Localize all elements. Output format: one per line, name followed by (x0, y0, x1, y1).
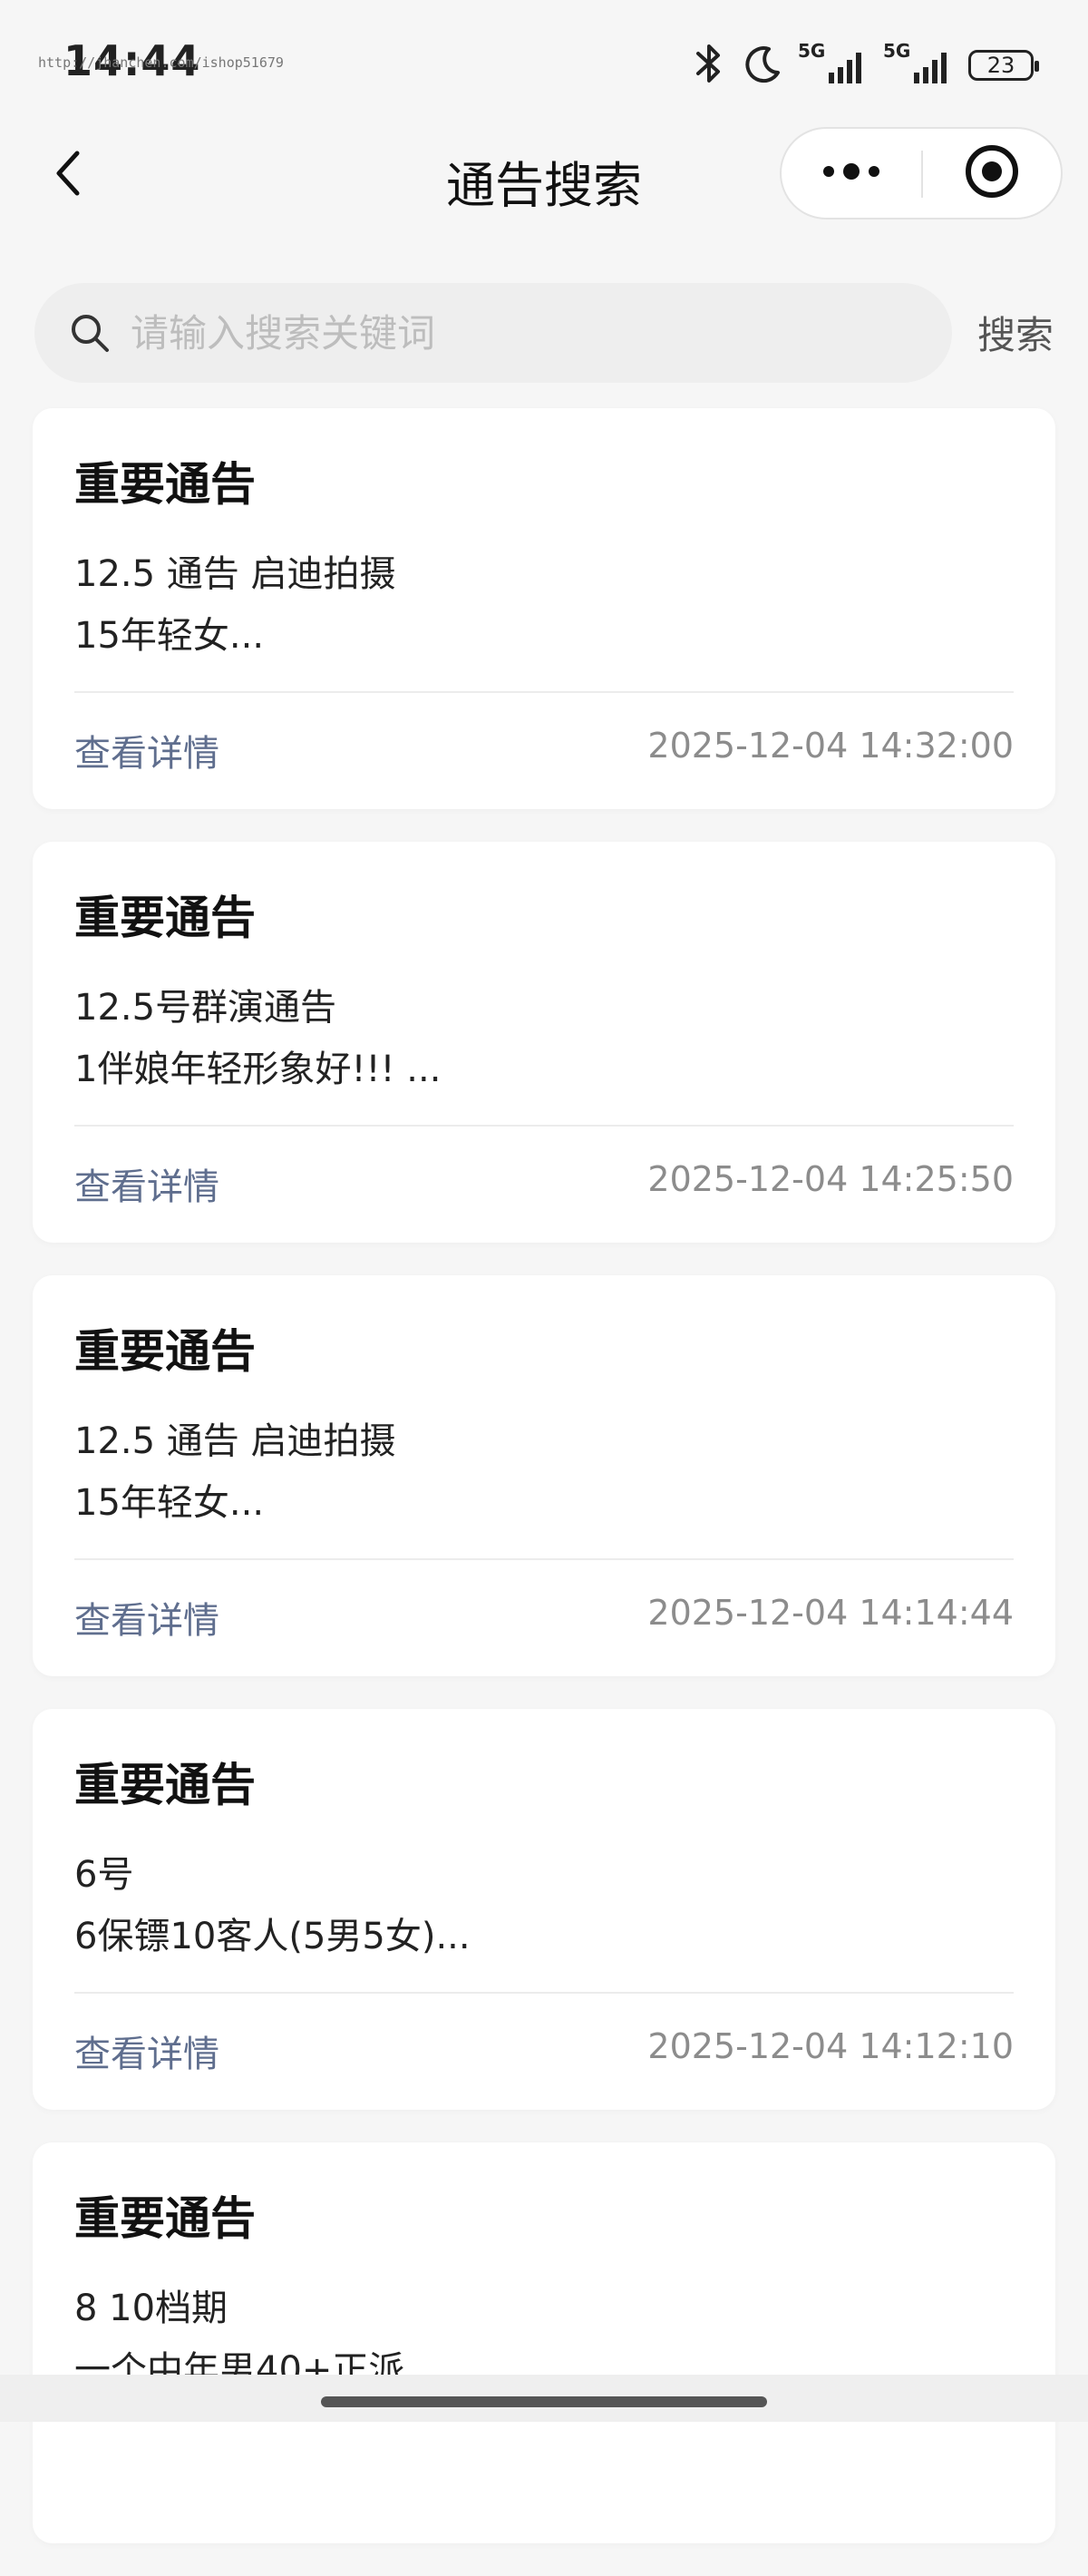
notice-summary-line2: 6保镖10客人(5男5女)... (74, 1916, 471, 1957)
card-divider (74, 691, 1014, 693)
notice-summary-line1: 8 10档期 (74, 2288, 228, 2329)
notice-title: 重要通告 (74, 458, 256, 511)
signal-icon-2: 5G (883, 40, 954, 87)
more-button[interactable] (782, 129, 921, 218)
card-divider (74, 1125, 1014, 1127)
notice-summary-line1: 12.5 通告 启迪拍摄 (74, 1420, 396, 1462)
notice-title: 重要通告 (74, 892, 256, 944)
moon-icon (743, 44, 783, 87)
notice-summary-line1: 12.5号群演通告 (74, 987, 337, 1029)
bluetooth-icon (689, 41, 729, 90)
search-icon (67, 310, 112, 356)
miniprogram-capsule (780, 127, 1063, 220)
notice-timestamp: 2025-12-04 14:12:10 (647, 2026, 1014, 2066)
notice-timestamp: 2025-12-04 14:32:00 (647, 726, 1014, 766)
notice-card[interactable]: 重要通告 8 10档期 一个中年男40+正派 (33, 2142, 1055, 2543)
signal-icon-1: 5G (798, 40, 869, 87)
card-divider (74, 1558, 1014, 1560)
notice-timestamp: 2025-12-04 14:14:44 (647, 1593, 1014, 1633)
search-box[interactable] (34, 283, 952, 383)
notice-title: 重要通告 (74, 2192, 256, 2245)
notice-card[interactable]: 重要通告 12.5 通告 启迪拍摄 15年轻女... 查看详情 2025-12-… (33, 408, 1055, 809)
close-miniprogram-button[interactable] (923, 129, 1061, 218)
more-dots-icon (820, 162, 883, 184)
notice-card[interactable]: 重要通告 12.5 通告 启迪拍摄 15年轻女... 查看详情 2025-12-… (33, 1275, 1055, 1676)
notice-card[interactable]: 重要通告 12.5号群演通告 1伴娘年轻形象好!!! ... 查看详情 2025… (33, 842, 1055, 1243)
notice-summary-line2: 15年轻女... (74, 615, 265, 657)
status-icons: 5G 5G 23 (689, 40, 1039, 91)
battery-level: 23 (986, 53, 1015, 78)
notice-title: 重要通告 (74, 1325, 256, 1378)
search-bar: 搜索 (0, 283, 1088, 383)
home-indicator[interactable] (321, 2396, 767, 2407)
view-detail-link[interactable]: 查看详情 (74, 2025, 219, 2077)
notice-list: 重要通告 12.5 通告 启迪拍摄 15年轻女... 查看详情 2025-12-… (33, 408, 1055, 2576)
target-circle-icon (964, 143, 1020, 203)
notice-summary-line2: 15年轻女... (74, 1482, 265, 1524)
card-divider (74, 1992, 1014, 1994)
notice-summary-line1: 12.5 通告 启迪拍摄 (74, 553, 396, 595)
notice-summary-line1: 6号 (74, 1854, 134, 1896)
nav-bar: 通告搜索 (0, 127, 1088, 227)
status-bar: 14:44 http://jhanchen.com/ishop51679 5G … (0, 0, 1088, 127)
notice-title: 重要通告 (74, 1759, 256, 1811)
search-button[interactable]: 搜索 (961, 305, 1070, 360)
back-button[interactable] (36, 143, 100, 207)
battery-indicator: 23 (968, 50, 1039, 81)
gesture-bar (0, 2375, 1088, 2422)
notice-summary-line2: 1伴娘年轻形象好!!! ... (74, 1049, 442, 1090)
view-detail-link[interactable]: 查看详情 (74, 724, 219, 776)
chevron-left-icon (50, 146, 86, 204)
status-url-overlay: http://jhanchen.com/ishop51679 (38, 54, 284, 71)
view-detail-link[interactable]: 查看详情 (74, 1591, 219, 1644)
notice-timestamp: 2025-12-04 14:25:50 (647, 1159, 1014, 1199)
search-input[interactable] (129, 296, 912, 370)
notice-card[interactable]: 重要通告 6号 6保镖10客人(5男5女)... 查看详情 2025-12-04… (33, 1709, 1055, 2110)
view-detail-link[interactable]: 查看详情 (74, 1157, 219, 1210)
